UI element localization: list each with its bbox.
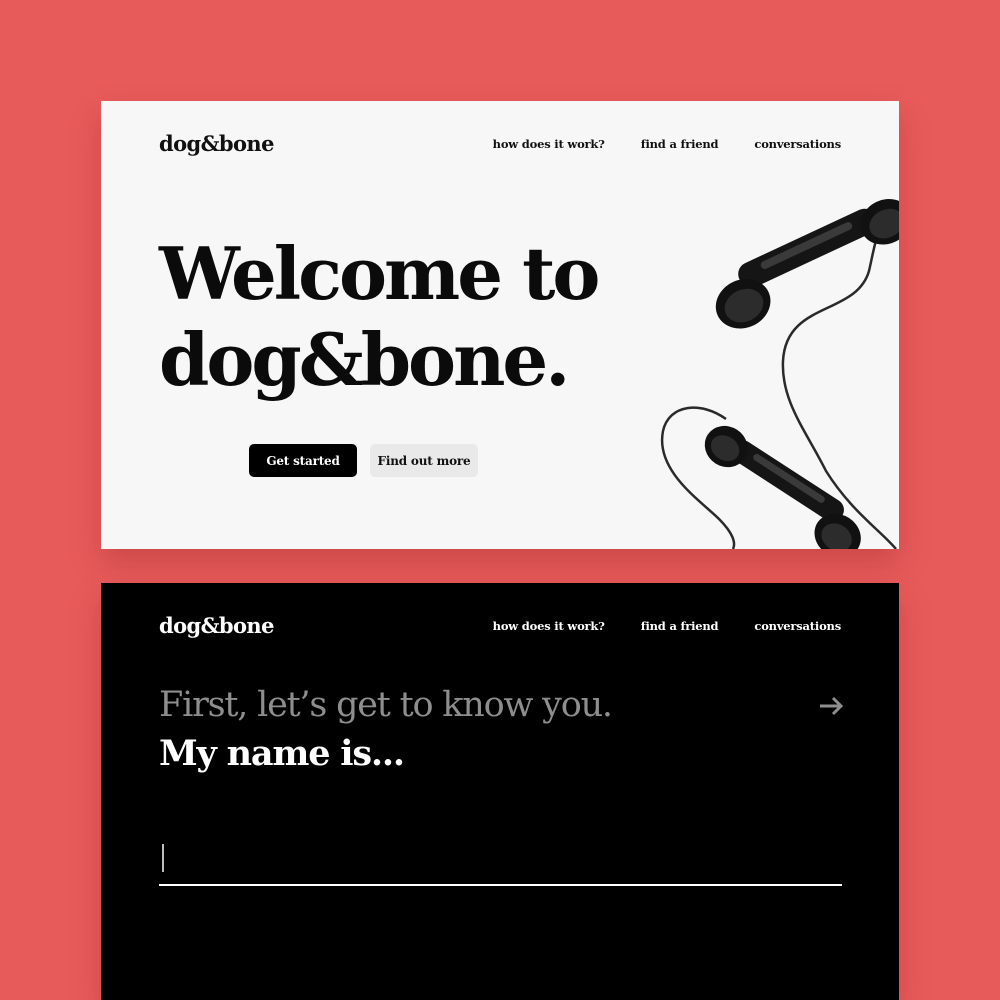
arrow-right-icon[interactable] (817, 691, 847, 721)
text-caret (162, 844, 164, 872)
nav-find-a-friend[interactable]: find a friend (641, 619, 719, 633)
hero-title-line-2: dog&bone. (159, 317, 570, 402)
landing-card: dog&bone how does it work? find a friend… (101, 101, 899, 549)
intro-text: First, let’s get to know you. (159, 685, 613, 725)
hero-title-line-1: Welcome to (159, 231, 600, 316)
onboarding-card: dog&bone how does it work? find a friend… (101, 583, 899, 1000)
hero-title: Welcome to dog&bone. (159, 231, 600, 403)
nav-conversations[interactable]: conversations (754, 619, 841, 633)
name-prompt: My name is... (159, 733, 405, 774)
find-out-more-button[interactable]: Find out more (370, 444, 478, 477)
handset-lower (704, 425, 861, 549)
main-nav: how does it work? find a friend conversa… (493, 619, 842, 633)
telephone-handsets-image (660, 199, 899, 549)
nav-how-it-works[interactable]: how does it work? (493, 619, 605, 633)
logo[interactable]: dog&bone (159, 131, 274, 156)
get-started-button[interactable]: Get started (249, 444, 357, 477)
name-input[interactable] (159, 838, 842, 886)
logo[interactable]: dog&bone (159, 613, 274, 638)
